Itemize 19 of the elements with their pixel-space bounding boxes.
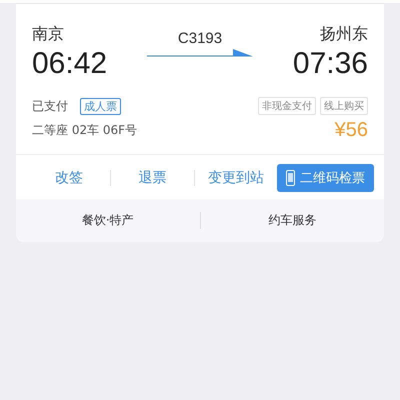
qr-check-button[interactable]: 二维码检票 xyxy=(276,164,374,192)
service-link[interactable]: 餐饮·特产 xyxy=(16,211,200,230)
price: ¥56 xyxy=(334,119,368,142)
train-number: C3193 xyxy=(178,30,222,47)
action-link[interactable]: 退票 xyxy=(111,163,194,193)
action-link[interactable]: 改签 xyxy=(28,163,110,193)
arrow-icon xyxy=(147,48,253,58)
service-link[interactable]: 约车服务 xyxy=(200,211,384,230)
action-link[interactable]: 变更到站 xyxy=(194,163,277,193)
phone-icon xyxy=(286,170,295,186)
seat-info: 二等座 02车 06F号 xyxy=(32,122,138,139)
departure-station: 南京 xyxy=(32,24,64,44)
ticket-tag: 线上购买 xyxy=(320,97,368,115)
arrival-time: 07:36 xyxy=(292,46,368,82)
arrival-station: 扬州东 xyxy=(320,24,368,44)
departure-time: 06:42 xyxy=(32,46,108,82)
payment-status: 已支付 xyxy=(32,98,68,114)
ticket-tag: 非现金支付 xyxy=(258,97,316,115)
ticket-type-tag: 成人票 xyxy=(80,98,121,114)
